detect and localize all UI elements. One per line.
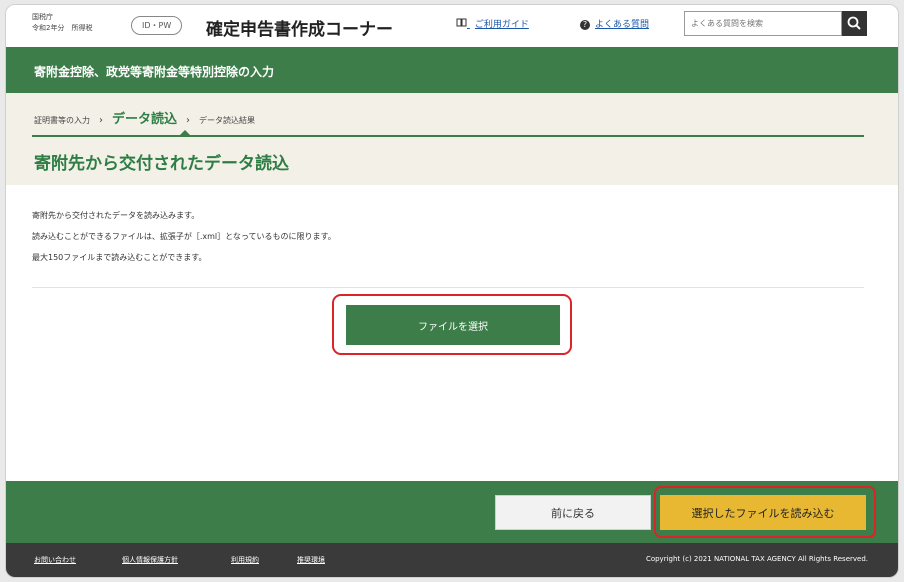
chevron-right-icon: ›: [186, 115, 191, 126]
search-icon: [847, 16, 861, 30]
login-method-badge: ID・PW: [131, 16, 183, 35]
breadcrumb-divider: [32, 135, 864, 137]
search-button[interactable]: [842, 11, 867, 36]
breadcrumb-step-load-result: データ読込結果: [199, 116, 256, 125]
instruction-line: 読み込むことができるファイルは、拡張子が［.xml］となっているものに限ります。: [32, 232, 336, 241]
app-window: 国税庁 令和2年分 所得税 ID・PW 確定申告書作成コーナー ご利用ガイド ?…: [5, 4, 899, 578]
load-selected-files-button[interactable]: 選択したファイルを読み込む: [660, 495, 866, 530]
content-divider: [32, 287, 864, 288]
section-header: 寄附金控除、政党等寄附金等特別控除の入力: [6, 47, 898, 93]
tax-year-label: 令和2年分 所得税: [32, 24, 93, 32]
select-file-button[interactable]: ファイルを選択: [346, 305, 560, 345]
faq-link[interactable]: ? よくある質問: [580, 17, 649, 30]
section-title: 寄附金控除、政党等寄附金等特別控除の入力: [34, 65, 275, 79]
guide-link[interactable]: ご利用ガイド: [456, 17, 529, 30]
instruction-line: 最大150ファイルまで読み込むことができます。: [32, 253, 207, 262]
agency-name: 国税庁: [32, 13, 53, 21]
back-button[interactable]: 前に戻る: [495, 495, 651, 530]
agency-info: 国税庁 令和2年分 所得税: [32, 12, 92, 34]
footer-link-contact[interactable]: お問い合わせ: [34, 555, 76, 565]
question-circle-icon: ?: [580, 19, 590, 30]
instruction-line: 寄附先から交付されたデータを読み込みます。: [32, 211, 200, 220]
book-icon: [456, 18, 470, 30]
chevron-right-icon: ›: [99, 115, 103, 126]
page-header: 証明書等の入力 › データ読込 › データ読込結果 寄附先から交付されたデータ読込: [6, 93, 898, 185]
faq-link-label: よくある質問: [595, 20, 650, 30]
footer-link-terms[interactable]: 利用規約: [231, 555, 259, 565]
breadcrumb-step-data-load: データ読込: [112, 112, 178, 127]
breadcrumb: 証明書等の入力 › データ読込 › データ読込結果: [34, 108, 255, 127]
page-title: 寄附先から交付されたデータ読込: [34, 154, 289, 174]
guide-link-label: ご利用ガイド: [474, 20, 529, 30]
top-header: 国税庁 令和2年分 所得税 ID・PW 確定申告書作成コーナー ご利用ガイド ?…: [6, 5, 898, 47]
app-title: 確定申告書作成コーナー: [206, 20, 393, 40]
instructions: 寄附先から交付されたデータを読み込みます。 読み込むことができるファイルは、拡張…: [32, 205, 336, 268]
action-bar: 前に戻る 選択したファイルを読み込む: [6, 481, 898, 543]
faq-search-input[interactable]: [685, 12, 819, 35]
copyright: Copyright (c) 2021 NATIONAL TAX AGENCY A…: [645, 555, 868, 563]
faq-search-box: [684, 11, 842, 36]
breadcrumb-step-certificate-input: 証明書等の入力: [34, 116, 90, 125]
footer-link-environment[interactable]: 推奨環境: [297, 555, 325, 565]
footer-link-privacy[interactable]: 個人情報保護方針: [122, 555, 178, 565]
footer: お問い合わせ 個人情報保護方針 利用規約 推奨環境 Copyright (c) …: [6, 543, 898, 577]
